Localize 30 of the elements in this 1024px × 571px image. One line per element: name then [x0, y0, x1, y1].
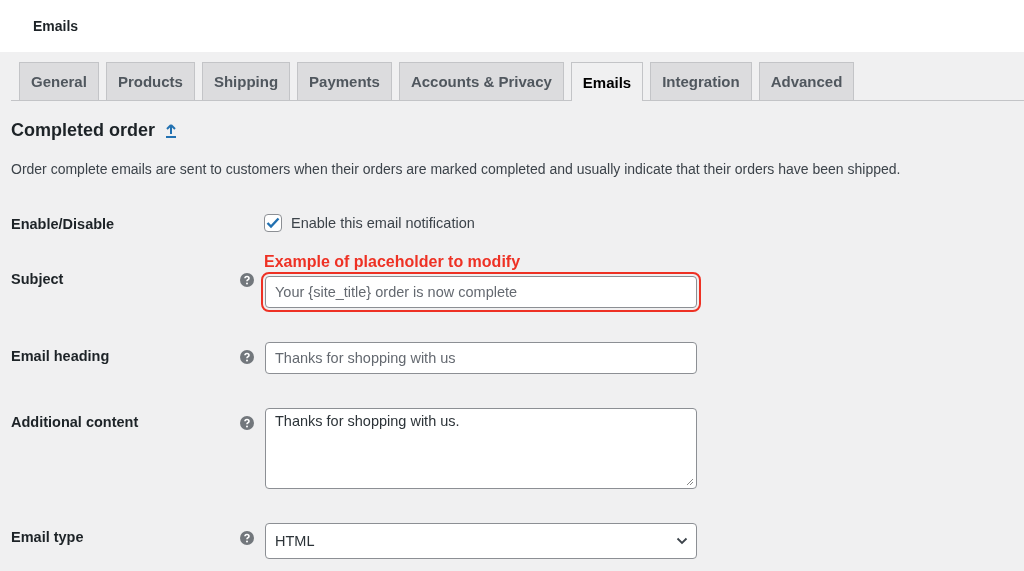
chevron-down-icon — [676, 537, 688, 545]
checkbox-label: Enable this email notification — [291, 215, 475, 231]
field-label: Enable/Disable — [11, 215, 116, 232]
text-field[interactable]: Thanks for shopping with us — [265, 342, 697, 374]
field-label: Email heading — [11, 347, 111, 364]
section-title: Completed order — [11, 120, 156, 141]
tab[interactable]: Integration — [650, 62, 752, 100]
tab[interactable]: General — [19, 62, 99, 100]
help-icon[interactable] — [240, 531, 254, 545]
help-icon[interactable] — [240, 350, 254, 364]
section-description: Order complete emails are sent to customers when their orders are marked completed and usually indicate that their orders have been shipped. — [11, 161, 902, 177]
tab[interactable]: Payments — [297, 62, 392, 100]
field-label: Subject — [11, 270, 65, 287]
select-field[interactable]: HTML — [265, 523, 697, 559]
tab[interactable]: Products — [105, 62, 195, 100]
annotation-text: Example of placeholder to modify — [264, 253, 522, 271]
tab[interactable]: Emails — [570, 62, 644, 101]
tab[interactable]: Accounts & Privacy — [398, 62, 564, 100]
up-arrow-icon[interactable] — [165, 123, 178, 138]
field-label: Additional content — [11, 413, 140, 430]
field-label: Email type — [11, 528, 85, 545]
textarea-field[interactable]: Thanks for shopping with us. — [265, 408, 697, 489]
checkbox[interactable] — [264, 214, 282, 232]
help-icon[interactable] — [240, 273, 254, 287]
tab[interactable]: Advanced — [758, 62, 855, 100]
text-field[interactable]: Your {site_title} order is now complete — [265, 276, 697, 308]
resize-grip-icon[interactable] — [686, 478, 694, 486]
tab[interactable]: Shipping — [201, 62, 291, 100]
page-title: Emails — [33, 18, 79, 34]
help-icon[interactable] — [240, 416, 254, 430]
